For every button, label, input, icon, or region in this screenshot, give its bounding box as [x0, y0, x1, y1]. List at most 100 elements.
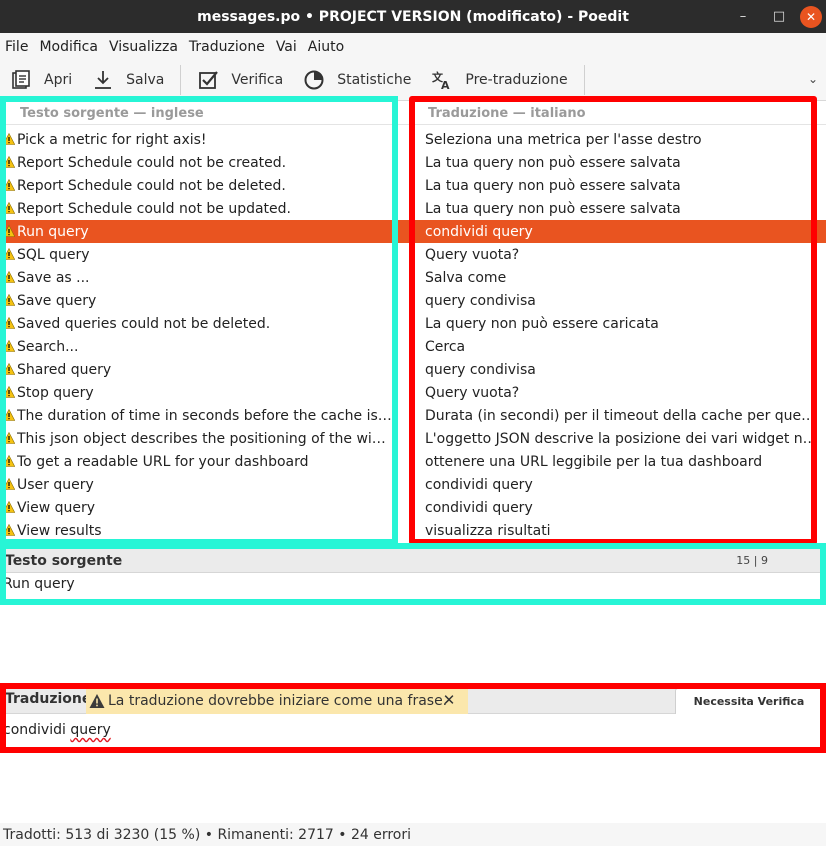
warning-text: La traduzione dovrebbe iniziare come una…: [108, 693, 448, 709]
checkbox-check-icon: [197, 69, 219, 91]
list-item[interactable]: Saved queries could not be deleted. La qu…: [0, 312, 826, 335]
warning-icon: [3, 363, 15, 375]
warning-icon: [3, 317, 15, 329]
source-panel-title: Testo sorgente: [5, 552, 123, 569]
toolbar: Apri Salva Verifica Statistiche 文A Pre-t…: [0, 60, 826, 101]
list-item[interactable]: Run query condividi query: [0, 220, 826, 243]
menu-file[interactable]: File: [0, 39, 34, 55]
list-item[interactable]: SQL query Query vuota?: [0, 243, 826, 266]
toolbar-separator: [180, 65, 182, 95]
misspelled-word: query: [70, 722, 111, 738]
translation-cell: Query vuota?: [425, 246, 520, 263]
translation-list[interactable]: Pick a metric for right axis! Seleziona u…: [0, 128, 826, 540]
pretranslate-button[interactable]: 文A Pre-traduzione: [421, 60, 577, 101]
source-cell: SQL query: [17, 246, 90, 263]
needs-review-toggle[interactable]: Necessita Verifica: [675, 688, 823, 714]
list-item[interactable]: Search... Cerca: [0, 335, 826, 358]
save-button[interactable]: Salva: [82, 60, 174, 101]
status-bar: Tradotti: 513 di 3230 (15 %) • Rimanenti…: [0, 823, 826, 846]
source-cell: User query: [17, 476, 94, 493]
menu-help[interactable]: Aiuto: [303, 39, 350, 55]
translation-column-header[interactable]: Traduzione — italiano: [399, 103, 826, 125]
list-item[interactable]: Save query query condivisa: [0, 289, 826, 312]
translation-editor[interactable]: condividi query: [3, 722, 111, 738]
translation-cell: Cerca: [425, 338, 466, 355]
warning-icon: [3, 501, 15, 513]
list-item[interactable]: Report Schedule could not be created. La …: [0, 151, 826, 174]
menu-edit[interactable]: Modifica: [34, 39, 104, 55]
maximize-button[interactable]: □: [764, 5, 794, 29]
list-item[interactable]: User query condividi query: [0, 473, 826, 496]
source-cell: View results: [17, 522, 102, 539]
source-cell: Search...: [17, 338, 79, 355]
warning-icon: [3, 202, 15, 214]
translation-cell: visualizza risultati: [425, 522, 551, 539]
translation-cell: Seleziona una metrica per l'asse destro: [425, 131, 702, 148]
list-item[interactable]: View query condividi query: [0, 496, 826, 519]
translation-cell: Salva come: [425, 269, 507, 286]
source-cell: Stop query: [17, 384, 94, 401]
list-item[interactable]: Save as ... Salva come: [0, 266, 826, 289]
open-button[interactable]: Apri: [0, 60, 82, 101]
translation-cell: ottenere una URL leggibile per la tua da…: [425, 453, 763, 470]
pretranslate-label: Pre-traduzione: [465, 72, 568, 88]
list-item[interactable]: To get a readable URL for your dashboard…: [0, 450, 826, 473]
translation-cell: query condivisa: [425, 292, 536, 309]
list-item[interactable]: View results visualizza risultati: [0, 519, 826, 540]
list-item[interactable]: Stop query Query vuota?: [0, 381, 826, 404]
source-cell: Report Schedule could not be deleted.: [17, 177, 286, 194]
warning-icon: [3, 524, 15, 536]
close-icon[interactable]: ✕: [441, 691, 457, 709]
source-cell: Saved queries could not be deleted.: [17, 315, 271, 332]
warning-icon: [3, 248, 15, 260]
warning-icon: [3, 294, 15, 306]
translation-panel-header: Traduzione La traduzione dovrebbe inizia…: [0, 688, 826, 714]
source-cell: Shared query: [17, 361, 112, 378]
translation-cell: Durata (in secondi) per il timeout della…: [425, 407, 822, 424]
list-item[interactable]: Report Schedule could not be updated. La …: [0, 197, 826, 220]
list-item[interactable]: Shared query query condivisa: [0, 358, 826, 381]
source-cell: Pick a metric for right axis!: [17, 131, 207, 148]
window-title: messages.po • PROJECT VERSION (modificat…: [197, 8, 629, 25]
window-controls: – □ ✕: [728, 0, 826, 33]
source-cell: Save as ...: [17, 269, 90, 286]
menu-translation[interactable]: Traduzione: [184, 39, 271, 55]
open-file-icon: [10, 69, 32, 91]
status-text: Tradotti: 513 di 3230 (15 %) • Rimanenti…: [3, 826, 412, 843]
source-cell: Report Schedule could not be updated.: [17, 200, 291, 217]
save-label: Salva: [126, 72, 165, 88]
list-item[interactable]: Report Schedule could not be deleted. La …: [0, 174, 826, 197]
statistics-button[interactable]: Statistiche: [293, 60, 421, 101]
translation-cell: La tua query non può essere salvata: [425, 200, 681, 217]
warning-icon: [3, 340, 15, 352]
minimize-button[interactable]: –: [728, 5, 758, 29]
warning-icon: [3, 386, 15, 398]
translation-cell: L'oggetto JSON descrive la posizione dei…: [425, 430, 822, 447]
list-item[interactable]: The duration of time in seconds before t…: [0, 404, 826, 427]
open-label: Apri: [44, 72, 73, 88]
warning-icon: [3, 225, 15, 237]
menu-go[interactable]: Vai: [271, 39, 303, 55]
menu-view[interactable]: Visualizza: [104, 39, 184, 55]
title-bar: messages.po • PROJECT VERSION (modificat…: [0, 0, 826, 33]
translation-cell: query condivisa: [425, 361, 536, 378]
close-window-button[interactable]: ✕: [800, 5, 822, 28]
toolbar-separator: [583, 65, 585, 95]
verify-button[interactable]: Verifica: [187, 60, 293, 101]
chevron-down-icon[interactable]: ⌄: [808, 72, 818, 86]
warning-icon: [3, 478, 15, 490]
source-cell: To get a readable URL for your dashboard: [17, 453, 309, 470]
translation-panel-title: Traduzione: [5, 691, 92, 707]
translation-cell: condividi query: [425, 223, 533, 240]
warning-icon: [3, 271, 15, 283]
translation-cell: La tua query non può essere salvata: [425, 177, 681, 194]
list-item[interactable]: Pick a metric for right axis! Seleziona u…: [0, 128, 826, 151]
menu-bar: File Modifica Visualizza Traduzione Vai …: [0, 33, 826, 60]
source-cell: Run query: [17, 223, 89, 240]
list-item[interactable]: This json object describes the positioni…: [0, 427, 826, 450]
source-column-header[interactable]: Testo sorgente — inglese: [0, 103, 399, 125]
warning-icon: [89, 694, 105, 708]
statistics-label: Statistiche: [337, 72, 412, 88]
warning-icon: [3, 133, 15, 145]
warning-icon: [3, 156, 15, 168]
